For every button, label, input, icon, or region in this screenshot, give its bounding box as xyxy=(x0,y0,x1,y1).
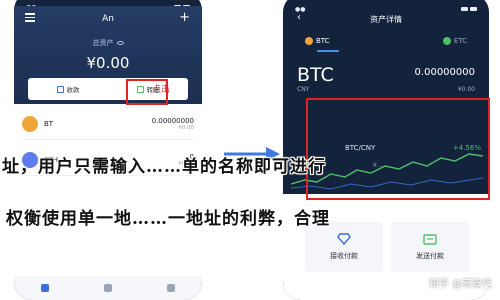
receive-payment-label: 接收付款 xyxy=(330,252,358,260)
total-balance: ¥0.00 xyxy=(86,54,130,72)
bitcoin-icon xyxy=(305,37,313,45)
right-status-bar: ●● xyxy=(283,4,489,14)
wallet-tab-icon[interactable] xyxy=(41,284,50,292)
receive-button[interactable]: 收款 xyxy=(28,78,108,100)
receive-payment-button[interactable]: 接收付款 xyxy=(305,222,383,272)
asset-row-btc[interactable]: BT 0.00000000 ¥0.00 xyxy=(22,108,194,140)
send-payment-button[interactable]: 发送付款 xyxy=(391,222,469,272)
asset-amount: 0.00000000 xyxy=(414,67,475,78)
caption-line-2: 权衡使用单一地……一地址的利弊，合理 xyxy=(6,209,330,229)
tab-etc[interactable]: ETC xyxy=(442,34,467,48)
battery-icon xyxy=(459,6,477,13)
tab-btc[interactable]: BTC xyxy=(305,34,330,48)
add-asset-button[interactable]: + xyxy=(179,10,190,25)
active-tab-underline xyxy=(317,50,339,52)
watermark: 知乎 @苏安代 xyxy=(428,279,492,290)
market-tab-icon[interactable] xyxy=(103,284,112,292)
asset-fiat: CNY xyxy=(297,86,310,93)
asset-list: BT 0.00000000 ¥0.00 ETH 0 ¥0.00 xyxy=(14,104,202,276)
receive-label: 收款 xyxy=(66,86,80,94)
wallet-icon xyxy=(423,234,437,245)
profile-tab-icon[interactable] xyxy=(166,284,175,292)
asset-name: BTC xyxy=(297,64,334,86)
bitcoin-icon xyxy=(22,115,38,132)
screenshot-stage: ●● An + 总资产 ¥0.00 收款 转账 BT 0 xyxy=(0,0,500,300)
caption-line-1: 址，用户只需输入……单的名称即可进行 xyxy=(2,157,326,177)
balance-label: 总资产 xyxy=(14,38,202,48)
highlight-box-chart xyxy=(306,98,490,200)
asset-amount: 0.00000000 ¥0.00 xyxy=(151,116,194,131)
diamond-icon xyxy=(337,233,351,245)
wallet-title: An xyxy=(102,14,114,24)
asset-amount-fiat: ¥0.00 xyxy=(457,86,475,93)
etc-coin-icon xyxy=(442,37,451,45)
asset-symbol: BT xyxy=(44,119,54,128)
eye-icon[interactable] xyxy=(116,41,124,45)
send-payment-label: 发送付款 xyxy=(416,252,444,260)
hand-note: 点击 xyxy=(152,85,171,95)
coin-tabs: BTC ETC xyxy=(305,34,467,48)
left-phone: ●● An + 总资产 ¥0.00 收款 转账 BT 0 xyxy=(14,0,202,300)
bottom-tab-bar xyxy=(14,276,202,300)
qr-icon xyxy=(56,85,64,93)
detail-title: 资产详情 xyxy=(370,15,402,24)
